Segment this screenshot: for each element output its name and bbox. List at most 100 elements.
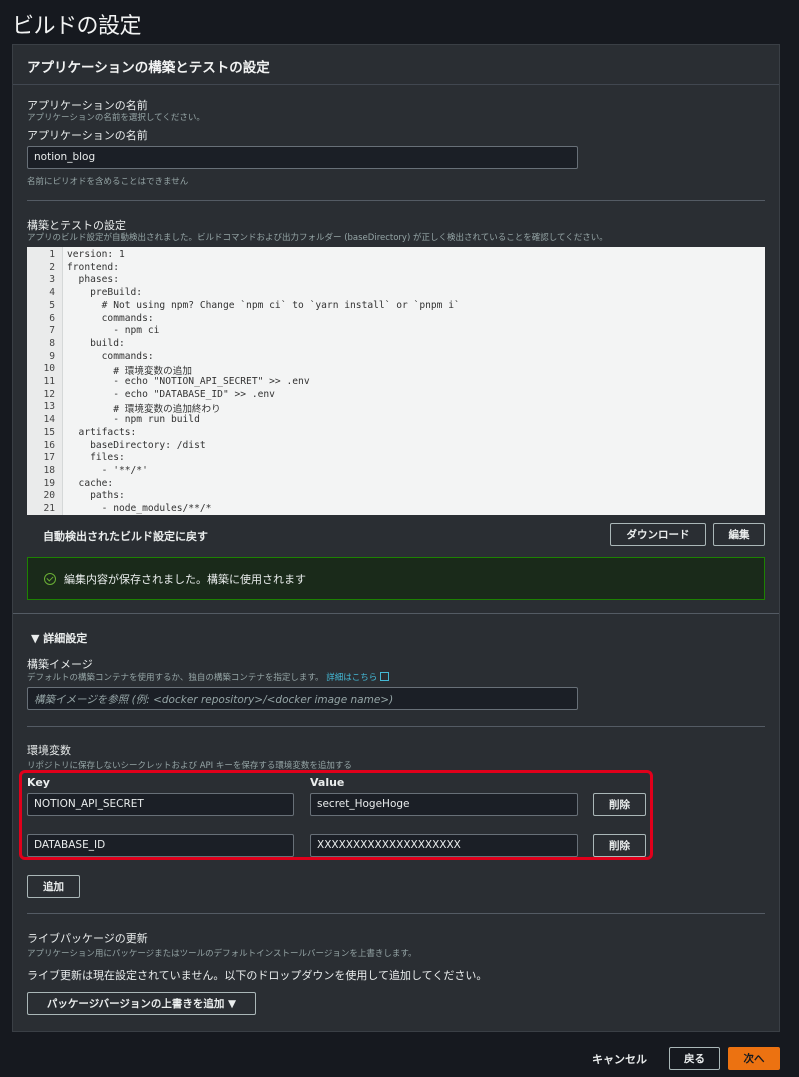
build-spec-editor[interactable]: 1 version: 1 2 frontend: 3 phases: 4 preBuild… [27, 247, 765, 515]
line-number: 16 [43, 439, 55, 451]
code-line: 1 version: 1 [27, 249, 765, 262]
code-line: 13 # 環境変数の追加終わり [27, 401, 765, 415]
add-package-override-dropdown[interactable]: パッケージバージョンの上書きを追加 ▼ [27, 992, 256, 1015]
code-line: 4 preBuild: [27, 287, 765, 300]
line-number: 9 [49, 350, 55, 362]
env-vars-label: 環境変数 [27, 744, 71, 757]
code-line: 2 frontend: [27, 262, 765, 275]
line-number: 12 [43, 388, 55, 400]
code-line: 14 - npm run build [27, 414, 765, 427]
divider [27, 200, 765, 201]
code-text: files: [67, 452, 125, 464]
build-image-desc-text: デフォルトの構築コンテナを使用するか、独自の構築コンテナを指定します。 [27, 673, 324, 683]
download-button[interactable]: ダウンロード [610, 523, 706, 546]
line-number: 10 [43, 363, 55, 375]
code-line: 8 build: [27, 338, 765, 351]
code-text: - '**/*' [67, 464, 148, 476]
code-text: - npm ci [67, 325, 160, 337]
code-line: 6 commands: [27, 313, 765, 326]
saved-alert: 編集内容が保存されました。構築に使用されます [27, 557, 765, 600]
delete-env-button[interactable]: 削除 [593, 793, 646, 816]
line-number: 4 [49, 287, 55, 299]
code-text: - npm run build [67, 414, 200, 426]
line-number: 13 [43, 401, 55, 413]
build-image-input[interactable]: 構築イメージを参照 (例: <docker repository>/<docke… [27, 687, 578, 710]
revert-build-settings-link[interactable]: 自動検出されたビルド設定に戻す [43, 528, 208, 544]
code-line: 3 phases: [27, 274, 765, 287]
code-text: commands: [67, 312, 154, 324]
code-line: 15 artifacts: [27, 427, 765, 440]
code-line: 17 files: [27, 452, 765, 465]
line-number: 20 [43, 490, 55, 502]
key-column-header: Key [27, 776, 50, 789]
code-line: 19 cache: [27, 478, 765, 491]
divider [27, 726, 765, 727]
build-image-label: 構築イメージ [27, 658, 93, 671]
code-line: 12 - echo "DATABASE_ID" >> .env [27, 389, 765, 402]
code-text: frontend: [67, 261, 119, 273]
build-image-desc: デフォルトの構築コンテナを使用するか、独自の構築コンテナを指定します。 詳細はこ… [27, 671, 390, 683]
code-text: phases: [67, 274, 119, 286]
env-key-input[interactable]: DATABASE_ID [27, 834, 294, 857]
code-text: commands: [67, 350, 154, 362]
env-value-input[interactable]: XXXXXXXXXXXXXXXXXXXX [310, 834, 578, 857]
add-env-button[interactable]: 追加 [27, 875, 80, 898]
code-text: baseDirectory: /dist [67, 439, 206, 451]
code-line: 9 commands: [27, 351, 765, 364]
live-packages-status: ライブ更新は現在設定されていません。以下のドロップダウンを使用して追加してくださ… [27, 969, 488, 982]
line-number: 21 [43, 503, 55, 514]
page-title: ビルドの設定 [12, 14, 142, 39]
line-number: 17 [43, 452, 55, 464]
back-button[interactable]: 戻る [669, 1047, 720, 1070]
advanced-settings-toggle[interactable]: ▼ 詳細設定 [31, 630, 87, 646]
delete-env-button[interactable]: 削除 [593, 834, 646, 857]
saved-message: 編集内容が保存されました。構築に使用されます [64, 572, 306, 586]
line-number: 1 [49, 249, 55, 260]
live-packages-desc: アプリケーション用にパッケージまたはツールのデフォルトインストールバージョンを上… [27, 949, 417, 959]
code-text: - node_modules/**/* [67, 503, 212, 514]
cancel-button[interactable]: キャンセル [592, 1051, 647, 1067]
line-number: 14 [43, 414, 55, 426]
code-line: 5 # Not using npm? Change `npm ci` to `y… [27, 300, 765, 313]
line-number: 6 [49, 312, 55, 324]
line-number: 18 [43, 464, 55, 476]
panel-title: アプリケーションの構築とテストの設定 [13, 45, 779, 85]
code-text: version: 1 [67, 249, 125, 260]
line-number: 7 [49, 325, 55, 337]
line-number: 5 [49, 299, 55, 311]
env-key-input[interactable]: NOTION_API_SECRET [27, 793, 294, 816]
app-name-hint: 名前にピリオドを含めることはできません [27, 177, 189, 187]
value-column-header: Value [310, 776, 345, 789]
code-line: 10 # 環境変数の追加 [27, 363, 765, 377]
divider [27, 913, 765, 914]
line-number: 8 [49, 337, 55, 349]
code-line: 20 paths: [27, 490, 765, 503]
code-text: - echo "DATABASE_ID" >> .env [67, 388, 275, 400]
line-number: 15 [43, 426, 55, 438]
line-number: 19 [43, 477, 55, 489]
code-text: build: [67, 337, 125, 349]
code-text: # Not using npm? Change `npm ci` to `yar… [67, 299, 460, 311]
learn-more-link[interactable]: 詳細はこちら [326, 673, 377, 683]
build-settings-desc: アプリのビルド設定が自動検出されました。ビルドコマンドおよび出力フォルダー (b… [27, 233, 608, 243]
code-text: - echo "NOTION_API_SECRET" >> .env [67, 376, 310, 387]
code-line: 18 - '**/*' [27, 465, 765, 478]
code-text: paths: [67, 490, 125, 502]
external-link-icon [380, 672, 390, 681]
code-line: 11 - echo "NOTION_API_SECRET" >> .env [27, 376, 765, 389]
code-text: cache: [67, 477, 114, 489]
code-line: 7 - npm ci [27, 325, 765, 338]
next-button[interactable]: 次へ [728, 1047, 780, 1070]
live-packages-label: ライブパッケージの更新 [27, 932, 148, 945]
edit-button[interactable]: 編集 [713, 523, 765, 546]
env-value-input[interactable]: secret_HogeHoge [310, 793, 578, 816]
app-name-field-label: アプリケーションの名前 [27, 129, 148, 142]
line-number: 11 [43, 376, 55, 387]
check-circle-icon [44, 572, 56, 585]
app-name-section-desc: アプリケーションの名前を選択してください。 [27, 113, 205, 123]
code-line: 21 - node_modules/**/* [27, 503, 765, 515]
divider [13, 613, 779, 614]
app-name-input[interactable]: notion_blog [27, 146, 578, 169]
build-settings-panel: アプリケーションの構築とテストの設定 アプリケーションの名前 アプリケーションの… [12, 44, 780, 1032]
code-text: artifacts: [67, 426, 137, 438]
